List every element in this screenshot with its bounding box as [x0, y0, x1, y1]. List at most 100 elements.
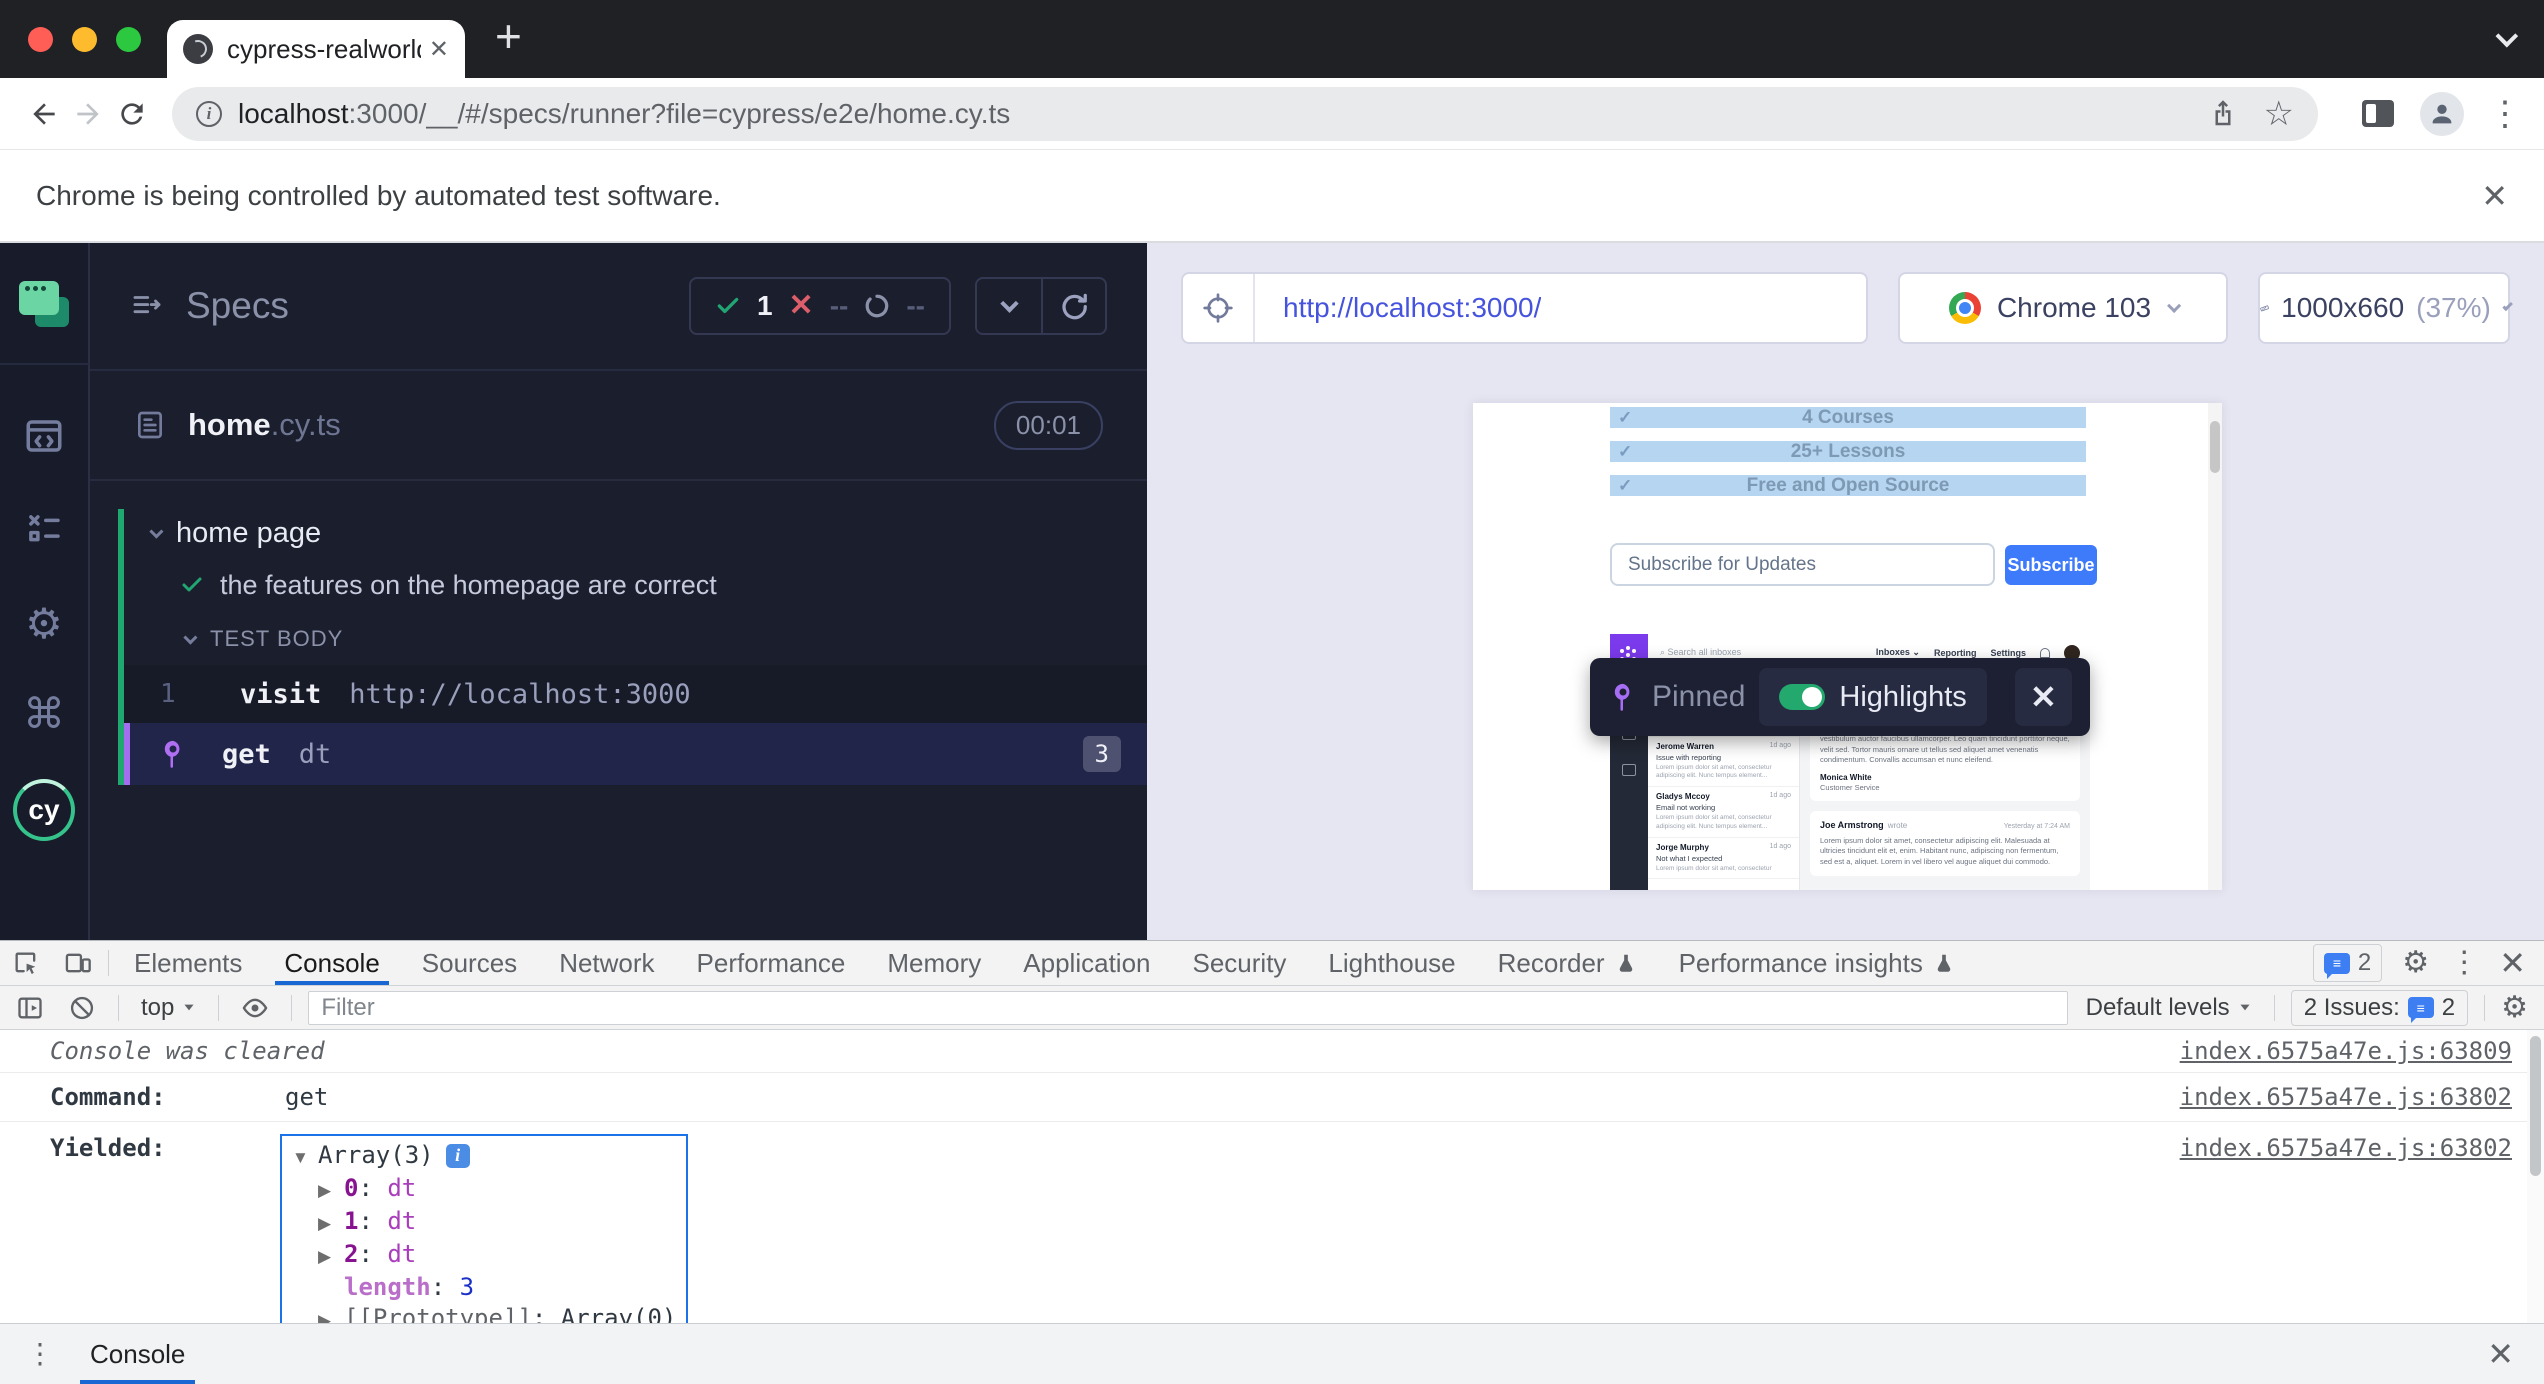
browser-tab[interactable]: cypress-realworld-testing-cou ✕: [167, 20, 465, 78]
console-scrollbar-thumb[interactable]: [2530, 1036, 2541, 1176]
side-panel-icon[interactable]: [2362, 100, 2394, 127]
yielded-array-object[interactable]: ▼Array(3)i ▶0: dt ▶1: dt ▶2: dt length: …: [280, 1134, 688, 1323]
back-button[interactable]: [22, 92, 66, 136]
nav-settings[interactable]: Settings: [1990, 648, 2026, 658]
tab-network[interactable]: Network: [538, 941, 675, 985]
command-row-visit[interactable]: 1 visit http://localhost:3000: [124, 665, 1147, 723]
aut-url-bar[interactable]: http://localhost:3000/: [1181, 272, 1868, 344]
devtools-menu-icon[interactable]: ⋮: [2449, 948, 2479, 978]
collapse-all-button[interactable]: [977, 279, 1041, 333]
test-body-row[interactable]: TEST BODY: [124, 613, 1147, 665]
keyboard-shortcuts-icon[interactable]: ⌘: [23, 693, 65, 735]
subscribe-input[interactable]: [1610, 543, 1995, 586]
bookmark-star-icon[interactable]: ☆: [2264, 97, 2294, 131]
highlights-toggle-pill[interactable]: Highlights: [1759, 668, 1986, 726]
specs-list-icon[interactable]: [130, 289, 164, 323]
console-settings-gear-icon[interactable]: ⚙: [2501, 993, 2528, 1023]
issues-counter-button[interactable]: ≡ 2: [2313, 944, 2382, 982]
close-window-button[interactable]: [28, 27, 53, 52]
browser-menu-icon[interactable]: ⋮: [2488, 97, 2522, 131]
drawer-tab-console[interactable]: Console: [80, 1324, 195, 1384]
test-results-icon[interactable]: [23, 509, 65, 551]
test-row[interactable]: the features on the homepage are correct: [124, 557, 1147, 613]
share-icon[interactable]: [2208, 99, 2238, 129]
spec-file-row[interactable]: home.cy.ts 00:01: [90, 371, 1147, 481]
cypress-logo[interactable]: cy: [13, 779, 75, 841]
source-link[interactable]: index.6575a47e.js:63809: [2180, 1030, 2544, 1065]
console-filter-input[interactable]: [308, 991, 2067, 1025]
source-link[interactable]: index.6575a47e.js:63802: [2180, 1073, 2544, 1111]
settings-gear-icon[interactable]: ⚙: [25, 603, 63, 645]
browsers-icon[interactable]: [19, 281, 69, 327]
spec-runner-icon[interactable]: [23, 415, 65, 457]
clear-console-icon[interactable]: [62, 986, 102, 1029]
pin-icon: [1608, 682, 1638, 712]
list-item[interactable]: Jorge Murphy1d ago Not what I expected L…: [1648, 838, 1799, 880]
drawer-menu-icon[interactable]: ⋮: [26, 1346, 54, 1363]
bell-icon[interactable]: [2040, 648, 2050, 658]
context-label: top: [141, 994, 174, 1022]
array-prototype[interactable]: ▶[[Prototype]]: Array(0): [292, 1303, 676, 1323]
suite-row[interactable]: home page: [124, 509, 1147, 557]
viewport-selector[interactable]: 1000x660 (37%): [2258, 272, 2510, 344]
site-info-icon[interactable]: i: [196, 101, 222, 127]
tooltip-close-button[interactable]: ✕: [2015, 668, 2072, 726]
rerun-tests-button[interactable]: [1041, 279, 1105, 333]
device-toolbar-icon[interactable]: [52, 941, 104, 985]
aut-scrollbar[interactable]: [2208, 403, 2222, 890]
infobar-close-icon[interactable]: ✕: [2481, 180, 2508, 212]
context-selector[interactable]: top: [135, 994, 202, 1022]
array-item[interactable]: ▶2: dt: [292, 1239, 676, 1272]
ruler-icon: [2260, 293, 2269, 323]
selector-playground-icon[interactable]: [1183, 274, 1255, 342]
tab-lighthouse[interactable]: Lighthouse: [1307, 941, 1476, 985]
command-name: get: [222, 739, 271, 770]
nav-inboxes[interactable]: Inboxes ⌄: [1876, 647, 1920, 658]
minimize-window-button[interactable]: [72, 27, 97, 52]
list-item[interactable]: Gladys Mccoy1d ago Email not working Lor…: [1648, 787, 1799, 838]
devtools-drawer: ⋮ Console ✕: [0, 1323, 2544, 1384]
nav-reporting[interactable]: Reporting: [1934, 648, 1977, 658]
pin-icon: [158, 739, 188, 769]
new-tab-button[interactable]: +: [495, 13, 522, 59]
profile-avatar[interactable]: [2420, 92, 2464, 136]
address-bar[interactable]: i localhost:3000/__/#/specs/runner?file=…: [172, 87, 2318, 141]
drawer-close-icon[interactable]: ✕: [2487, 1338, 2514, 1370]
compose-rail-icon[interactable]: [1622, 764, 1636, 776]
reload-button[interactable]: [110, 92, 154, 136]
tab-application[interactable]: Application: [1002, 941, 1171, 985]
tab-console[interactable]: Console: [263, 941, 400, 985]
info-icon[interactable]: i: [446, 1144, 470, 1168]
tab-performance-insights[interactable]: Performance insights: [1658, 941, 1976, 985]
array-header[interactable]: ▼Array(3)i: [292, 1140, 676, 1173]
command-row-get-pinned[interactable]: get dt 3: [124, 723, 1147, 785]
source-link[interactable]: index.6575a47e.js:63802: [2180, 1122, 2544, 1162]
subscribe-button[interactable]: Subscribe: [2005, 545, 2097, 585]
array-item[interactable]: ▶0: dt: [292, 1173, 676, 1206]
tab-search-chevron-icon[interactable]: [2496, 25, 2519, 48]
aut-scrollbar-thumb[interactable]: [2210, 421, 2220, 473]
tab-sources[interactable]: Sources: [401, 941, 538, 985]
tab-close-icon[interactable]: ✕: [429, 35, 449, 64]
specs-title[interactable]: Specs: [186, 285, 689, 327]
tab-recorder[interactable]: Recorder: [1477, 941, 1658, 985]
tab-performance[interactable]: Performance: [676, 941, 867, 985]
browser-selector[interactable]: Chrome 103: [1898, 272, 2228, 344]
devtools-settings-gear-icon[interactable]: ⚙: [2402, 948, 2429, 978]
highlights-toggle[interactable]: [1779, 684, 1825, 710]
inspect-element-icon[interactable]: [0, 941, 52, 985]
maximize-window-button[interactable]: [116, 27, 141, 52]
devtools-close-icon[interactable]: ✕: [2499, 947, 2526, 979]
tab-memory[interactable]: Memory: [866, 941, 1002, 985]
issues-button[interactable]: 2 Issues: ≡ 2: [2291, 990, 2468, 1026]
tab-security[interactable]: Security: [1172, 941, 1308, 985]
live-expression-eye-icon[interactable]: [235, 986, 275, 1029]
automation-infobar: Chrome is being controlled by automated …: [0, 150, 2544, 243]
log-levels-selector[interactable]: Default levels: [2080, 994, 2258, 1022]
array-item[interactable]: ▶1: dt: [292, 1206, 676, 1239]
forward-button[interactable]: [66, 92, 110, 136]
console-scrollbar[interactable]: [2527, 1030, 2544, 1323]
tab-elements[interactable]: Elements: [113, 941, 263, 985]
list-item[interactable]: Jerome Warren1d ago Issue with reporting…: [1648, 737, 1799, 788]
console-sidebar-icon[interactable]: [10, 986, 50, 1029]
